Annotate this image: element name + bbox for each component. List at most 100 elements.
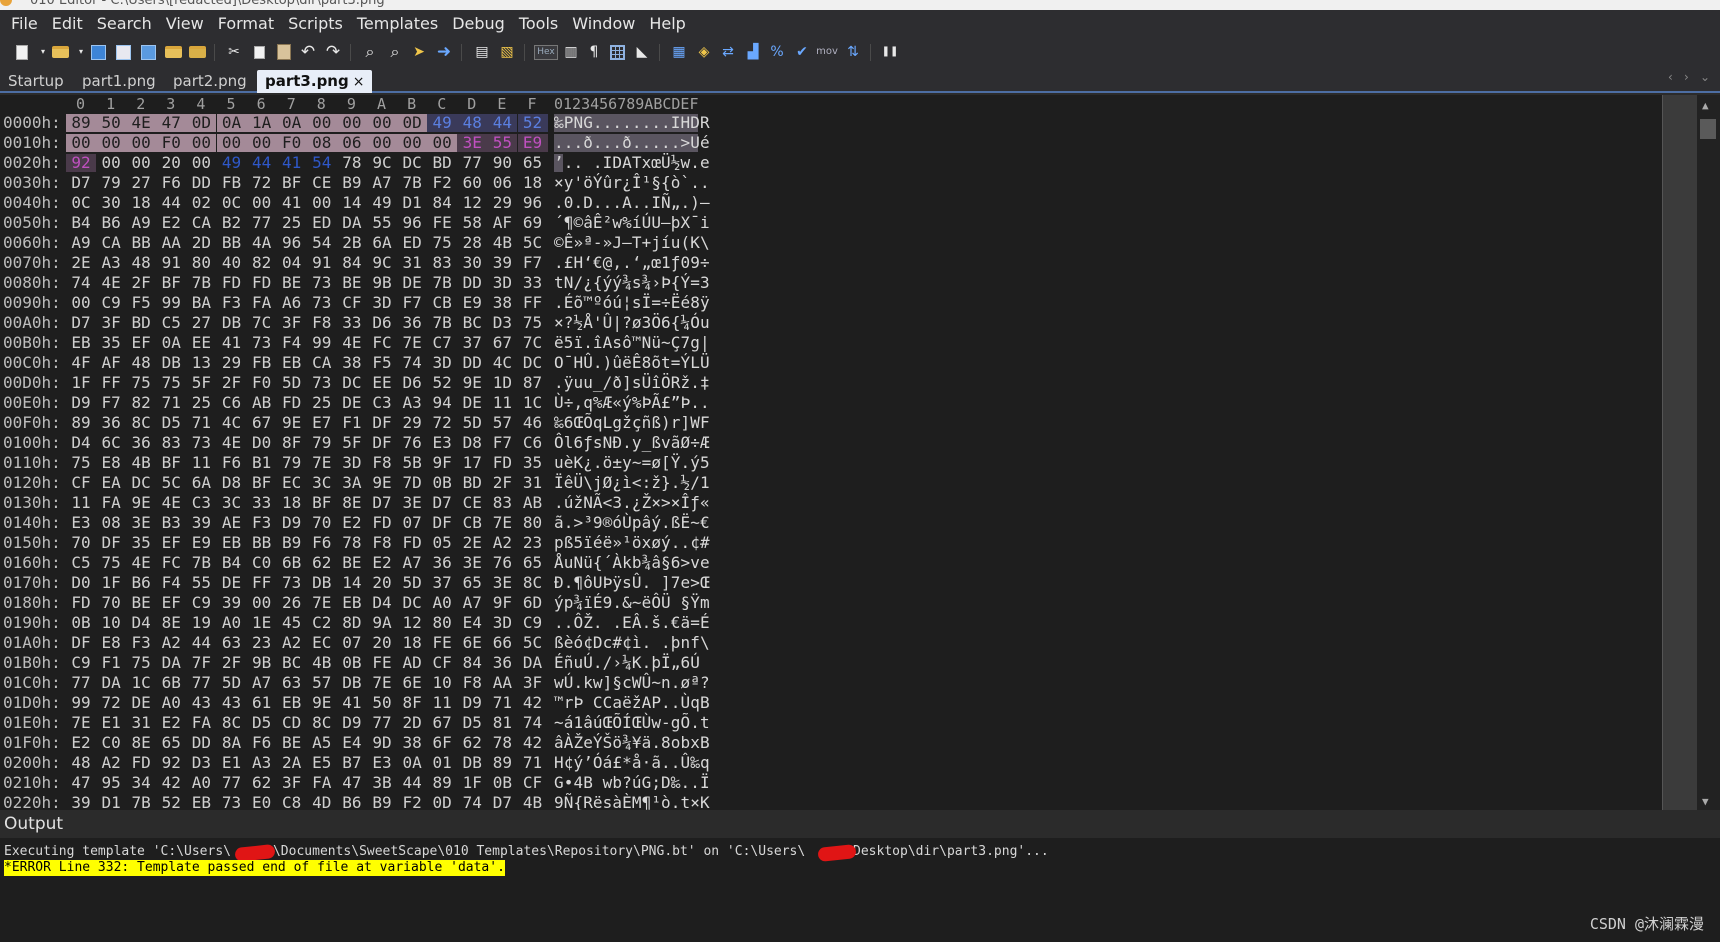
ascii-text[interactable]: ´¶©âÊ²w%íÚU–þX¯i bbox=[554, 214, 710, 232]
hex-byte[interactable]: 6D bbox=[518, 594, 548, 612]
hex-byte[interactable]: 28 bbox=[457, 234, 487, 252]
hex-byte[interactable]: 67 bbox=[247, 414, 277, 432]
hex-byte[interactable]: 1F bbox=[66, 374, 96, 392]
hex-byte[interactable]: 0D bbox=[427, 794, 457, 811]
hex-byte[interactable]: FF bbox=[518, 294, 548, 312]
menu-edit[interactable]: Edit bbox=[45, 10, 90, 37]
hex-byte[interactable]: 2D bbox=[186, 234, 216, 252]
hex-byte[interactable]: A5 bbox=[307, 734, 337, 752]
hex-byte[interactable]: 9B bbox=[367, 274, 397, 292]
hex-byte[interactable]: 89 bbox=[487, 754, 517, 772]
hex-byte[interactable]: ED bbox=[397, 234, 427, 252]
tab-part3[interactable]: part3.png × bbox=[257, 70, 373, 93]
menu-window[interactable]: Window bbox=[565, 10, 642, 37]
hex-byte[interactable]: 06 bbox=[336, 134, 367, 152]
hex-byte[interactable]: D5 bbox=[156, 414, 186, 432]
menu-format[interactable]: Format bbox=[211, 10, 281, 37]
hex-byte[interactable]: 3D bbox=[487, 274, 517, 292]
hex-byte[interactable]: 6B bbox=[156, 674, 186, 692]
hex-byte[interactable]: 78 bbox=[487, 734, 517, 752]
output-panel[interactable]: Executing template 'C:\Users\ \Documents\… bbox=[0, 838, 1720, 942]
hex-byte[interactable]: F1 bbox=[96, 654, 126, 672]
hex-byte[interactable]: E5 bbox=[307, 754, 337, 772]
hex-byte[interactable]: 77 bbox=[457, 154, 487, 172]
hex-byte[interactable]: 3F bbox=[96, 314, 126, 332]
hex-byte[interactable]: 33 bbox=[518, 274, 548, 292]
hex-byte[interactable]: BD bbox=[457, 474, 487, 492]
hex-byte[interactable]: BF bbox=[307, 494, 337, 512]
hex-byte[interactable]: 52 bbox=[156, 794, 186, 811]
hex-byte[interactable]: 0A bbox=[156, 334, 186, 352]
save-as-icon[interactable] bbox=[113, 42, 133, 62]
hex-byte[interactable]: 7B bbox=[427, 274, 457, 292]
hex-byte[interactable]: 39 bbox=[66, 794, 96, 811]
hex-byte[interactable]: 25 bbox=[186, 394, 216, 412]
hex-byte[interactable]: FD bbox=[66, 594, 96, 612]
hex-byte[interactable]: 11 bbox=[487, 394, 517, 412]
hex-row[interactable]: 0180h: FD 70 BE EF C9 39 00 26 7E EB D4 DC A0 A7 9F 6D ýp… bbox=[0, 593, 720, 613]
hex-byte[interactable]: 08 bbox=[306, 134, 337, 152]
hex-byte[interactable]: 29 bbox=[217, 354, 247, 372]
copy-icon[interactable] bbox=[249, 42, 269, 62]
hex-byte[interactable]: A3 bbox=[96, 254, 126, 272]
hex-byte[interactable]: 0C bbox=[66, 194, 96, 212]
hex-byte[interactable]: B1 bbox=[247, 454, 277, 472]
hex-byte[interactable]: E2 bbox=[156, 214, 186, 232]
hex-byte[interactable]: 2F bbox=[217, 654, 247, 672]
hex-byte[interactable]: D3 bbox=[487, 314, 517, 332]
hex-byte[interactable]: 8C bbox=[217, 714, 247, 732]
hex-byte[interactable]: D3 bbox=[186, 754, 216, 772]
hex-byte[interactable]: 0B bbox=[427, 474, 457, 492]
hex-byte[interactable]: 46 bbox=[518, 414, 548, 432]
hex-byte[interactable]: F5 bbox=[126, 294, 156, 312]
hex-byte[interactable]: 5C bbox=[518, 634, 548, 652]
hex-byte[interactable]: 75 bbox=[427, 234, 457, 252]
hex-byte[interactable]: 11 bbox=[427, 694, 457, 712]
hex-byte[interactable]: 47 bbox=[66, 774, 96, 792]
hex-byte[interactable]: 4E bbox=[217, 434, 247, 452]
hex-byte[interactable]: 8F bbox=[277, 434, 307, 452]
hex-row[interactable]: 0010h: 00 00 00 F0 00 00 00 F0 08 06 00 00 00 3E 55 E9..… bbox=[0, 133, 720, 153]
menu-file[interactable]: File bbox=[4, 10, 45, 37]
hex-byte[interactable]: 1F bbox=[96, 574, 126, 592]
hex-byte[interactable]: 4B bbox=[518, 794, 548, 811]
hex-byte[interactable]: 11 bbox=[66, 494, 96, 512]
hex-byte[interactable]: 94 bbox=[427, 394, 457, 412]
hex-byte[interactable]: 33 bbox=[337, 314, 367, 332]
hex-byte[interactable]: 74 bbox=[457, 794, 487, 811]
hex-byte[interactable]: 74 bbox=[66, 274, 96, 292]
hex-byte[interactable]: 2B bbox=[337, 234, 367, 252]
hex-byte[interactable]: 4B bbox=[126, 454, 156, 472]
hex-byte[interactable]: EF bbox=[126, 334, 156, 352]
hex-byte[interactable]: 63 bbox=[277, 674, 307, 692]
hex-byte[interactable]: 89 bbox=[66, 414, 96, 432]
hex-byte[interactable]: 3E bbox=[457, 554, 487, 572]
hex-byte[interactable]: 01 bbox=[427, 754, 457, 772]
hex-byte[interactable]: FD bbox=[277, 394, 307, 412]
hex-byte[interactable]: 90 bbox=[487, 154, 517, 172]
hex-byte[interactable]: 2D bbox=[397, 714, 427, 732]
hex-byte[interactable]: DC bbox=[337, 374, 367, 392]
hex-byte[interactable]: F8 bbox=[307, 314, 337, 332]
hex-byte[interactable]: 78 bbox=[337, 534, 367, 552]
hex-byte[interactable]: 00 bbox=[126, 154, 156, 172]
hex-byte[interactable]: C7 bbox=[427, 334, 457, 352]
hex-byte[interactable]: 69 bbox=[518, 214, 548, 232]
hex-byte[interactable]: CE bbox=[457, 494, 487, 512]
hex-byte[interactable]: 92 bbox=[66, 154, 96, 172]
hex-byte[interactable]: 38 bbox=[397, 734, 427, 752]
hex-byte[interactable]: 31 bbox=[518, 474, 548, 492]
hex-byte[interactable]: 71 bbox=[487, 694, 517, 712]
menu-search[interactable]: Search bbox=[90, 10, 159, 37]
hex-byte[interactable]: 49 bbox=[427, 114, 458, 132]
hex-byte[interactable]: 84 bbox=[427, 194, 457, 212]
hex-byte[interactable]: 8C bbox=[126, 414, 156, 432]
hex-byte[interactable]: 0D bbox=[186, 114, 217, 132]
hex-byte[interactable]: 41 bbox=[337, 694, 367, 712]
mov-icon[interactable]: mov bbox=[815, 42, 839, 62]
ascii-text[interactable]: G•4B wb?úG;D‰..Ï bbox=[554, 774, 710, 792]
hex-byte[interactable]: 29 bbox=[397, 414, 427, 432]
hex-byte[interactable]: 0A bbox=[276, 114, 307, 132]
hex-byte[interactable]: 80 bbox=[186, 254, 216, 272]
hex-byte[interactable]: 73 bbox=[307, 274, 337, 292]
